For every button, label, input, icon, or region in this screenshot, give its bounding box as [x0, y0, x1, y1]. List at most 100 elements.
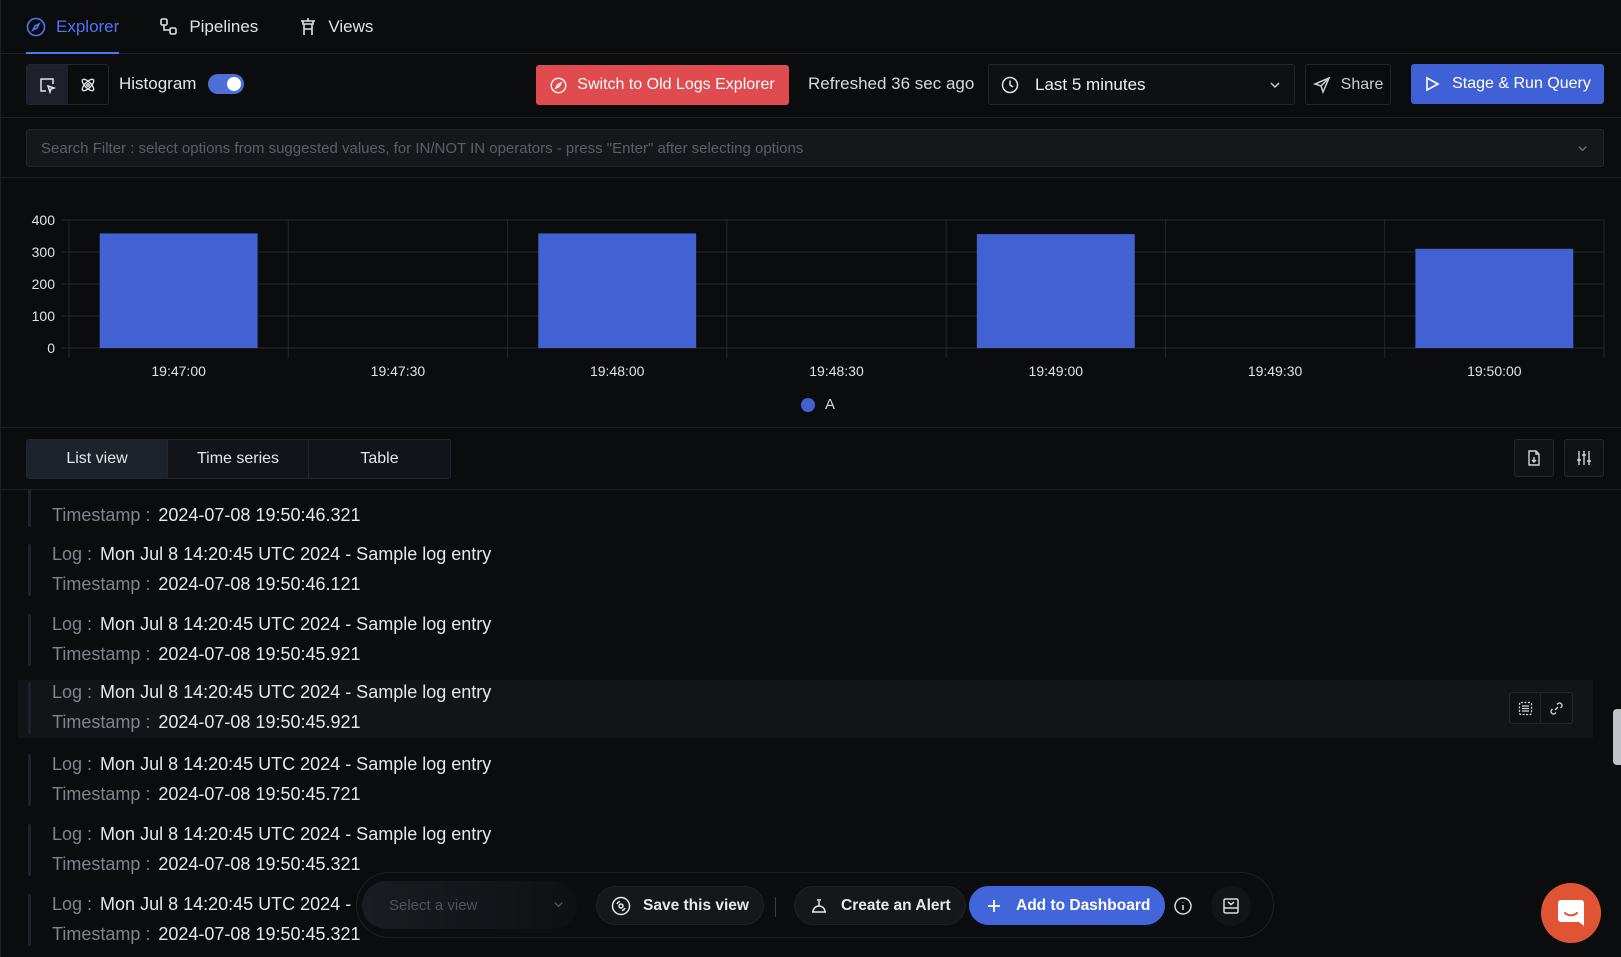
legend-label[interactable]: A — [825, 396, 835, 413]
time-range-select[interactable]: Last 5 minutes — [988, 64, 1295, 105]
send-icon — [1312, 76, 1331, 94]
tab-explorer[interactable]: Explorer — [26, 0, 120, 54]
atom-icon — [81, 78, 95, 91]
log-row[interactable]: Log : Mon Jul 8 14:20:45 UTC 2024 - Sampl… — [28, 542, 1603, 598]
logs-scrollbar-thumb[interactable] — [1613, 709, 1621, 765]
timestamp-value: 2024-07-08 19:50:45.321 — [158, 924, 361, 944]
log-row[interactable]: Timestamp : 2024-07-08 19:50:46.321 — [28, 490, 1603, 529]
logs-explorer-page: Explorer Pipelines Views Histogram Switc… — [0, 0, 1621, 957]
x-tick-label: 19:48:00 — [590, 363, 645, 379]
log-key: Log : — [52, 544, 93, 564]
search-bar-section — [1, 118, 1621, 178]
switch-old-explorer-button[interactable]: Switch to Old Logs Explorer — [536, 65, 789, 105]
log-severity-bar — [28, 614, 31, 666]
log-row-hovered[interactable]: Log : Mon Jul 8 14:20:45 UTC 2024 - Sampl… — [18, 680, 1593, 738]
bar-a-194900 — [976, 234, 1135, 348]
timestamp-key: Timestamp : — [52, 784, 151, 804]
timestamp-key: Timestamp : — [52, 854, 151, 874]
show-context-button[interactable] — [1510, 693, 1541, 723]
tab-pipelines[interactable]: Pipelines — [159, 0, 258, 53]
add-to-dashboard-label: Add to Dashboard — [1016, 896, 1151, 914]
log-message: Mon Jul 8 14:20:45 UTC 2024 - Sample log… — [100, 614, 492, 634]
divider — [775, 897, 776, 917]
collapse-bar-button[interactable] — [1211, 886, 1251, 926]
search-filter — [26, 129, 1604, 167]
y-tick-label: 100 — [32, 308, 56, 324]
log-severity-bar — [28, 544, 31, 596]
bar-a-194800 — [538, 233, 697, 348]
y-tick-label: 300 — [32, 244, 56, 260]
top-nav: Explorer Pipelines Views — [1, 0, 1621, 54]
timestamp-value: 2024-07-08 19:50:45.921 — [158, 644, 361, 664]
tab-list-view[interactable]: List view — [27, 440, 168, 478]
query-builder-mode-button[interactable] — [68, 65, 109, 104]
log-severity-bar — [28, 490, 31, 527]
chart-legend: A — [801, 396, 835, 413]
timestamp-value: 2024-07-08 19:50:45.721 — [158, 784, 361, 804]
switch-old-explorer-label: Switch to Old Logs Explorer — [577, 76, 775, 93]
x-tick-label: 19:49:00 — [1029, 363, 1084, 379]
bar-a-195000 — [1415, 248, 1574, 348]
histogram-toggle[interactable] — [208, 74, 244, 94]
y-tick-label: 200 — [32, 276, 56, 292]
chevron-down-icon[interactable] — [1576, 142, 1589, 155]
format-options-button[interactable] — [1564, 439, 1604, 477]
histogram-svg: 0 100 200 300 400 19:47:00 19:47:30 19:48:00 19:… — [32, 212, 1605, 379]
timestamp-key: Timestamp : — [52, 574, 151, 594]
log-severity-bar — [28, 824, 31, 876]
log-severity-bar — [28, 894, 31, 946]
view-tabs-section: List view Time series Table — [1, 428, 1621, 490]
timestamp-key: Timestamp : — [52, 924, 151, 944]
log-message: Mon Jul 8 14:20:45 UTC 2024 - Sample log… — [100, 682, 492, 702]
compass-icon — [550, 77, 567, 93]
clock-icon — [1001, 76, 1019, 93]
log-message: Mon Jul 8 14:20:45 UTC 2024 - Sample log… — [100, 544, 492, 564]
copy-link-button[interactable] — [1541, 693, 1572, 723]
file-download-icon — [1528, 450, 1540, 466]
bar-a-194700 — [99, 233, 258, 348]
tab-views-label: Views — [328, 16, 374, 36]
timestamp-value: 2024-07-08 19:50:45.321 — [158, 854, 361, 874]
select-view-dropdown[interactable]: Select a view — [362, 881, 577, 929]
view-tabs: List view Time series Table — [26, 439, 451, 479]
share-label: Share — [1340, 75, 1384, 93]
y-tick-label: 400 — [32, 212, 56, 228]
log-row[interactable]: Log : Mon Jul 8 14:20:45 UTC 2024 - Sampl… — [28, 612, 1603, 668]
info-icon[interactable] — [1173, 896, 1193, 916]
collapse-icon — [1223, 898, 1239, 914]
timestamp-value: 2024-07-08 19:50:46.321 — [158, 505, 361, 525]
compass-icon — [26, 17, 46, 36]
log-row[interactable]: Log : Mon Jul 8 14:20:45 UTC 2024 - Sampl… — [28, 822, 1603, 878]
tab-time-series[interactable]: Time series — [168, 440, 309, 478]
context-lines-icon — [1518, 701, 1532, 715]
add-to-dashboard-button[interactable]: Add to Dashboard — [969, 886, 1166, 925]
create-alert-button[interactable]: Create an Alert — [794, 886, 966, 925]
x-tick-label: 19:49:30 — [1248, 363, 1303, 379]
create-alert-label: Create an Alert — [841, 896, 951, 914]
search-filter-input[interactable] — [27, 130, 1603, 166]
search-mode-button[interactable] — [27, 65, 68, 104]
log-key: Log : — [52, 894, 93, 914]
log-key: Log : — [52, 614, 93, 634]
log-message: Mon Jul 8 14:20:45 UTC 2024 - Sample log… — [100, 824, 492, 844]
save-view-button[interactable]: Save this view — [596, 886, 764, 925]
views-icon — [301, 17, 316, 35]
download-button[interactable] — [1514, 439, 1554, 477]
chat-support-button[interactable] — [1541, 883, 1601, 943]
tab-explorer-label: Explorer — [56, 16, 120, 36]
tab-views[interactable]: Views — [298, 0, 373, 53]
save-view-label: Save this view — [643, 896, 749, 914]
sliders-icon — [1577, 451, 1591, 465]
histogram-label: Histogram — [119, 74, 197, 93]
stage-run-query-button[interactable]: Stage & Run Query — [1411, 64, 1604, 104]
log-key: Log : — [52, 682, 93, 702]
x-tick-label: 19:50:00 — [1467, 363, 1522, 379]
log-key: Log : — [52, 824, 93, 844]
y-tick-label: 0 — [47, 340, 55, 356]
timestamp-key: Timestamp : — [52, 644, 151, 664]
share-button[interactable]: Share — [1305, 64, 1391, 105]
legend-dot-icon[interactable] — [801, 397, 815, 412]
bell-icon — [812, 898, 826, 913]
log-row[interactable]: Log : Mon Jul 8 14:20:45 UTC 2024 - Sampl… — [28, 752, 1603, 808]
tab-table[interactable]: Table — [309, 440, 450, 478]
